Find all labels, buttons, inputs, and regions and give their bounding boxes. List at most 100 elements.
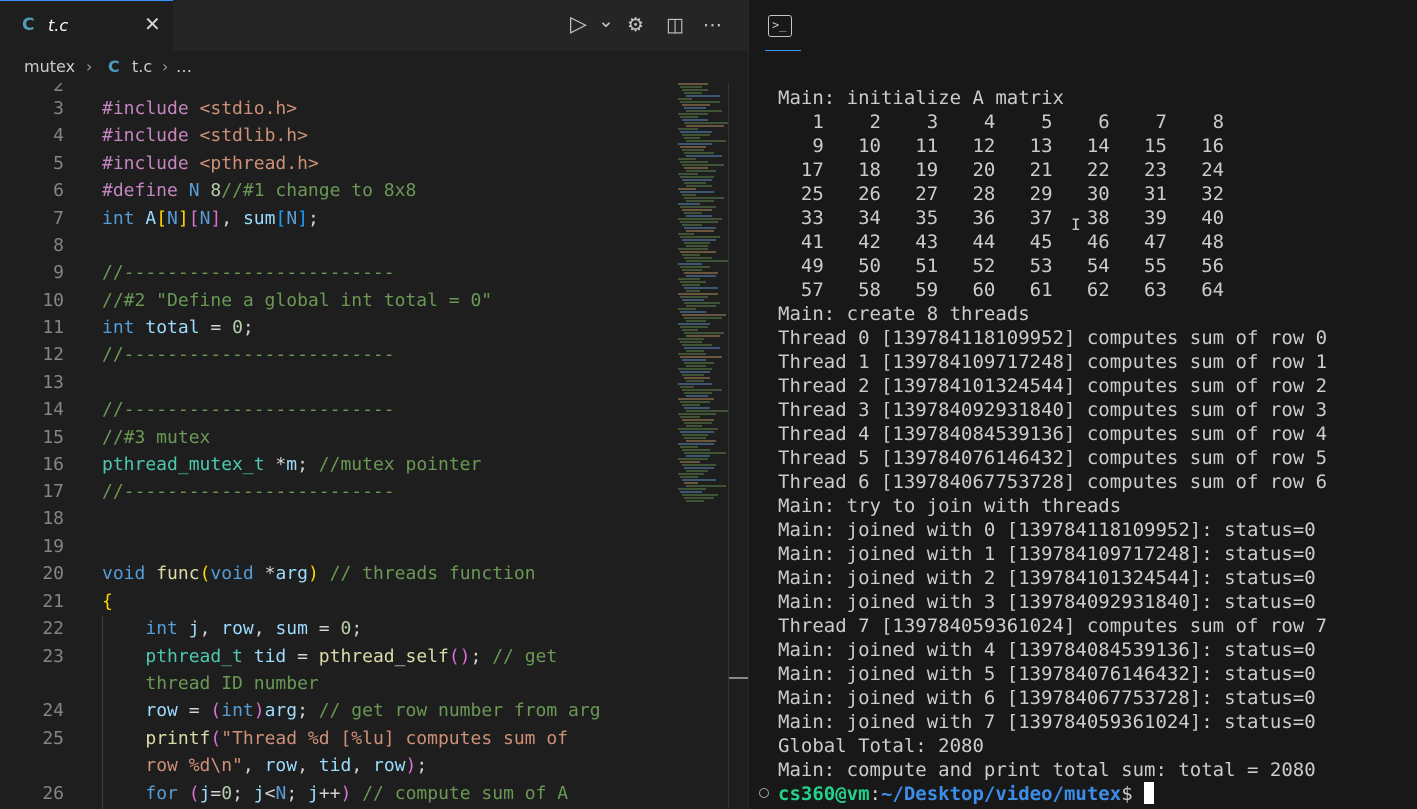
code-line[interactable]: 10 //#2 "Define a global int total = 0" [0, 287, 670, 314]
minimap[interactable] [670, 83, 730, 503]
line-number: 7 [53, 208, 64, 229]
gear-icon[interactable]: ⚙ [627, 14, 644, 36]
breadcrumb-symbol[interactable]: … [176, 57, 192, 76]
command-decoration-icon[interactable] [759, 788, 769, 798]
code-text: int A[N][N], sum[N]; [102, 208, 319, 229]
minimap-line [684, 467, 714, 469]
code-text: { [102, 591, 113, 612]
minimap-line [678, 413, 716, 415]
code-line[interactable]: 16 pthread_mutex_t *m; //mutex pointer [0, 451, 670, 478]
minimap-line [686, 455, 710, 457]
minimap-line [684, 482, 698, 484]
chevron-down-icon[interactable]: ⌄ [598, 10, 614, 32]
close-icon[interactable]: ✕ [144, 14, 161, 34]
code-line[interactable]: 7 int A[N][N], sum[N]; [0, 205, 670, 232]
minimap-line [678, 443, 714, 445]
code-line[interactable]: 12 //------------------------- [0, 341, 670, 368]
code-line[interactable]: 3 #include <stdio.h> [0, 95, 670, 122]
code-line[interactable]: 14 //------------------------- [0, 396, 670, 423]
code-line[interactable]: 13 [0, 369, 670, 396]
minimap-line [686, 260, 728, 262]
terminal-tab[interactable]: >_ [765, 12, 801, 51]
minimap-line [682, 164, 724, 166]
scrollbar-thumb[interactable] [729, 677, 749, 679]
code-line[interactable]: 9 //------------------------- [0, 259, 670, 286]
code-line[interactable]: 25 printf("Thread %d [%lu] computes sum … [0, 725, 670, 752]
minimap-line [680, 116, 698, 118]
minimap-line [686, 275, 716, 277]
minimap-line [682, 179, 712, 181]
line-number: 17 [42, 481, 64, 502]
code-line[interactable]: thread ID number [0, 670, 670, 697]
minimap-line [686, 500, 704, 502]
minimap-line [678, 323, 710, 325]
minimap-line [678, 398, 714, 400]
terminal-line: 41 42 43 44 45 46 47 48 [778, 231, 1225, 253]
prompt-colon: : [869, 783, 881, 805]
breadcrumb-file[interactable]: t.c [132, 57, 152, 76]
minimap-line [684, 152, 714, 154]
line-number: 23 [42, 646, 64, 667]
minimap-line [686, 440, 716, 442]
minimap-line [686, 305, 716, 307]
minimap-line [680, 341, 702, 343]
code-line[interactable]: 11 int total = 0; [0, 314, 670, 341]
minimap-line [686, 155, 722, 157]
code-line[interactable]: row %d\n", row, tid, row); [0, 752, 670, 779]
code-line[interactable]: 23 pthread_t tid = pthread_self(); // ge… [0, 643, 670, 670]
code-line[interactable]: 24 row = (int)arg; // get row number fro… [0, 697, 670, 724]
line-number: 12 [42, 344, 64, 365]
code-line[interactable]: 19 [0, 533, 670, 560]
minimap-line [680, 326, 708, 328]
minimap-line [684, 497, 714, 499]
minimap-line [684, 122, 728, 124]
terminal-output[interactable]: Main: initialize A matrix 1 2 3 4 5 6 7 … [778, 86, 1408, 806]
editor-tab-t-c[interactable]: C t.c ✕ [0, 0, 173, 51]
line-number: 16 [42, 454, 64, 475]
run-debug-icon[interactable]: ▷ [570, 14, 587, 36]
code-text: //------------------------- [102, 344, 395, 365]
code-line[interactable]: 20 void func(void *arg) // threads functi… [0, 560, 670, 587]
terminal-line: Thread 7 [139784059361024] computes sum … [778, 615, 1328, 637]
minimap-line [678, 368, 712, 370]
more-actions-icon[interactable]: ⋯ [703, 14, 722, 36]
minimap-line [678, 158, 696, 160]
code-line[interactable]: 5 #include <pthread.h> [0, 150, 670, 177]
chevron-right-icon: › [86, 57, 93, 76]
prompt-symbol: $ [1121, 783, 1145, 805]
terminal-line: 9 10 11 12 13 14 15 16 [778, 135, 1225, 157]
code-line[interactable]: 8 [0, 232, 670, 259]
line-number: 24 [42, 700, 64, 721]
editor-scrollbar[interactable] [728, 83, 749, 809]
code-line[interactable]: 22 int j, row, sum = 0; [0, 615, 670, 642]
minimap-line [682, 404, 700, 406]
code-line[interactable]: 18 [0, 505, 670, 532]
minimap-line [684, 332, 724, 334]
minimap-line [682, 239, 716, 241]
code-line[interactable]: 26 for (j=0; j<N; j++) // compute sum of… [0, 780, 670, 807]
terminal-pane[interactable]: >_ Main: initialize A matrix 1 2 3 4 5 6… [748, 0, 1417, 809]
code-line[interactable]: 4 #include <stdlib.h> [0, 122, 670, 149]
code-line[interactable]: 17 //------------------------- [0, 478, 670, 505]
terminal-line: Main: joined with 7 [139784059361024]: s… [778, 711, 1316, 733]
code-text: //#3 mutex [102, 427, 211, 448]
terminal-line: Main: joined with 3 [139784092931840]: s… [778, 591, 1316, 613]
code-line[interactable]: 21 { [0, 588, 670, 615]
minimap-line [686, 425, 702, 427]
minimap-line [680, 386, 694, 388]
code-text: thread ID number [145, 673, 319, 694]
minimap-line [678, 83, 708, 85]
minimap-line [682, 359, 706, 361]
code-editor[interactable]: 2 3 #include <stdio.h> 4 #include <stdlib.h>… [0, 83, 670, 809]
terminal-prompt[interactable]: cs360@vm:~/Desktop/video/mutex$ [778, 782, 1408, 806]
line-number: 25 [42, 728, 64, 749]
code-line[interactable]: 6 #define N 8//#1 change to 8x8 [0, 177, 670, 204]
minimap-line [682, 224, 702, 226]
minimap-line [678, 428, 718, 430]
breadcrumb-folder[interactable]: mutex [24, 57, 75, 76]
code-line[interactable]: 15 //#3 mutex [0, 424, 670, 451]
prompt-path: ~/Desktop/video/mutex [880, 783, 1122, 805]
minimap-line [684, 347, 720, 349]
minimap-line [678, 473, 704, 475]
split-editor-icon[interactable]: ◫ [666, 14, 684, 36]
